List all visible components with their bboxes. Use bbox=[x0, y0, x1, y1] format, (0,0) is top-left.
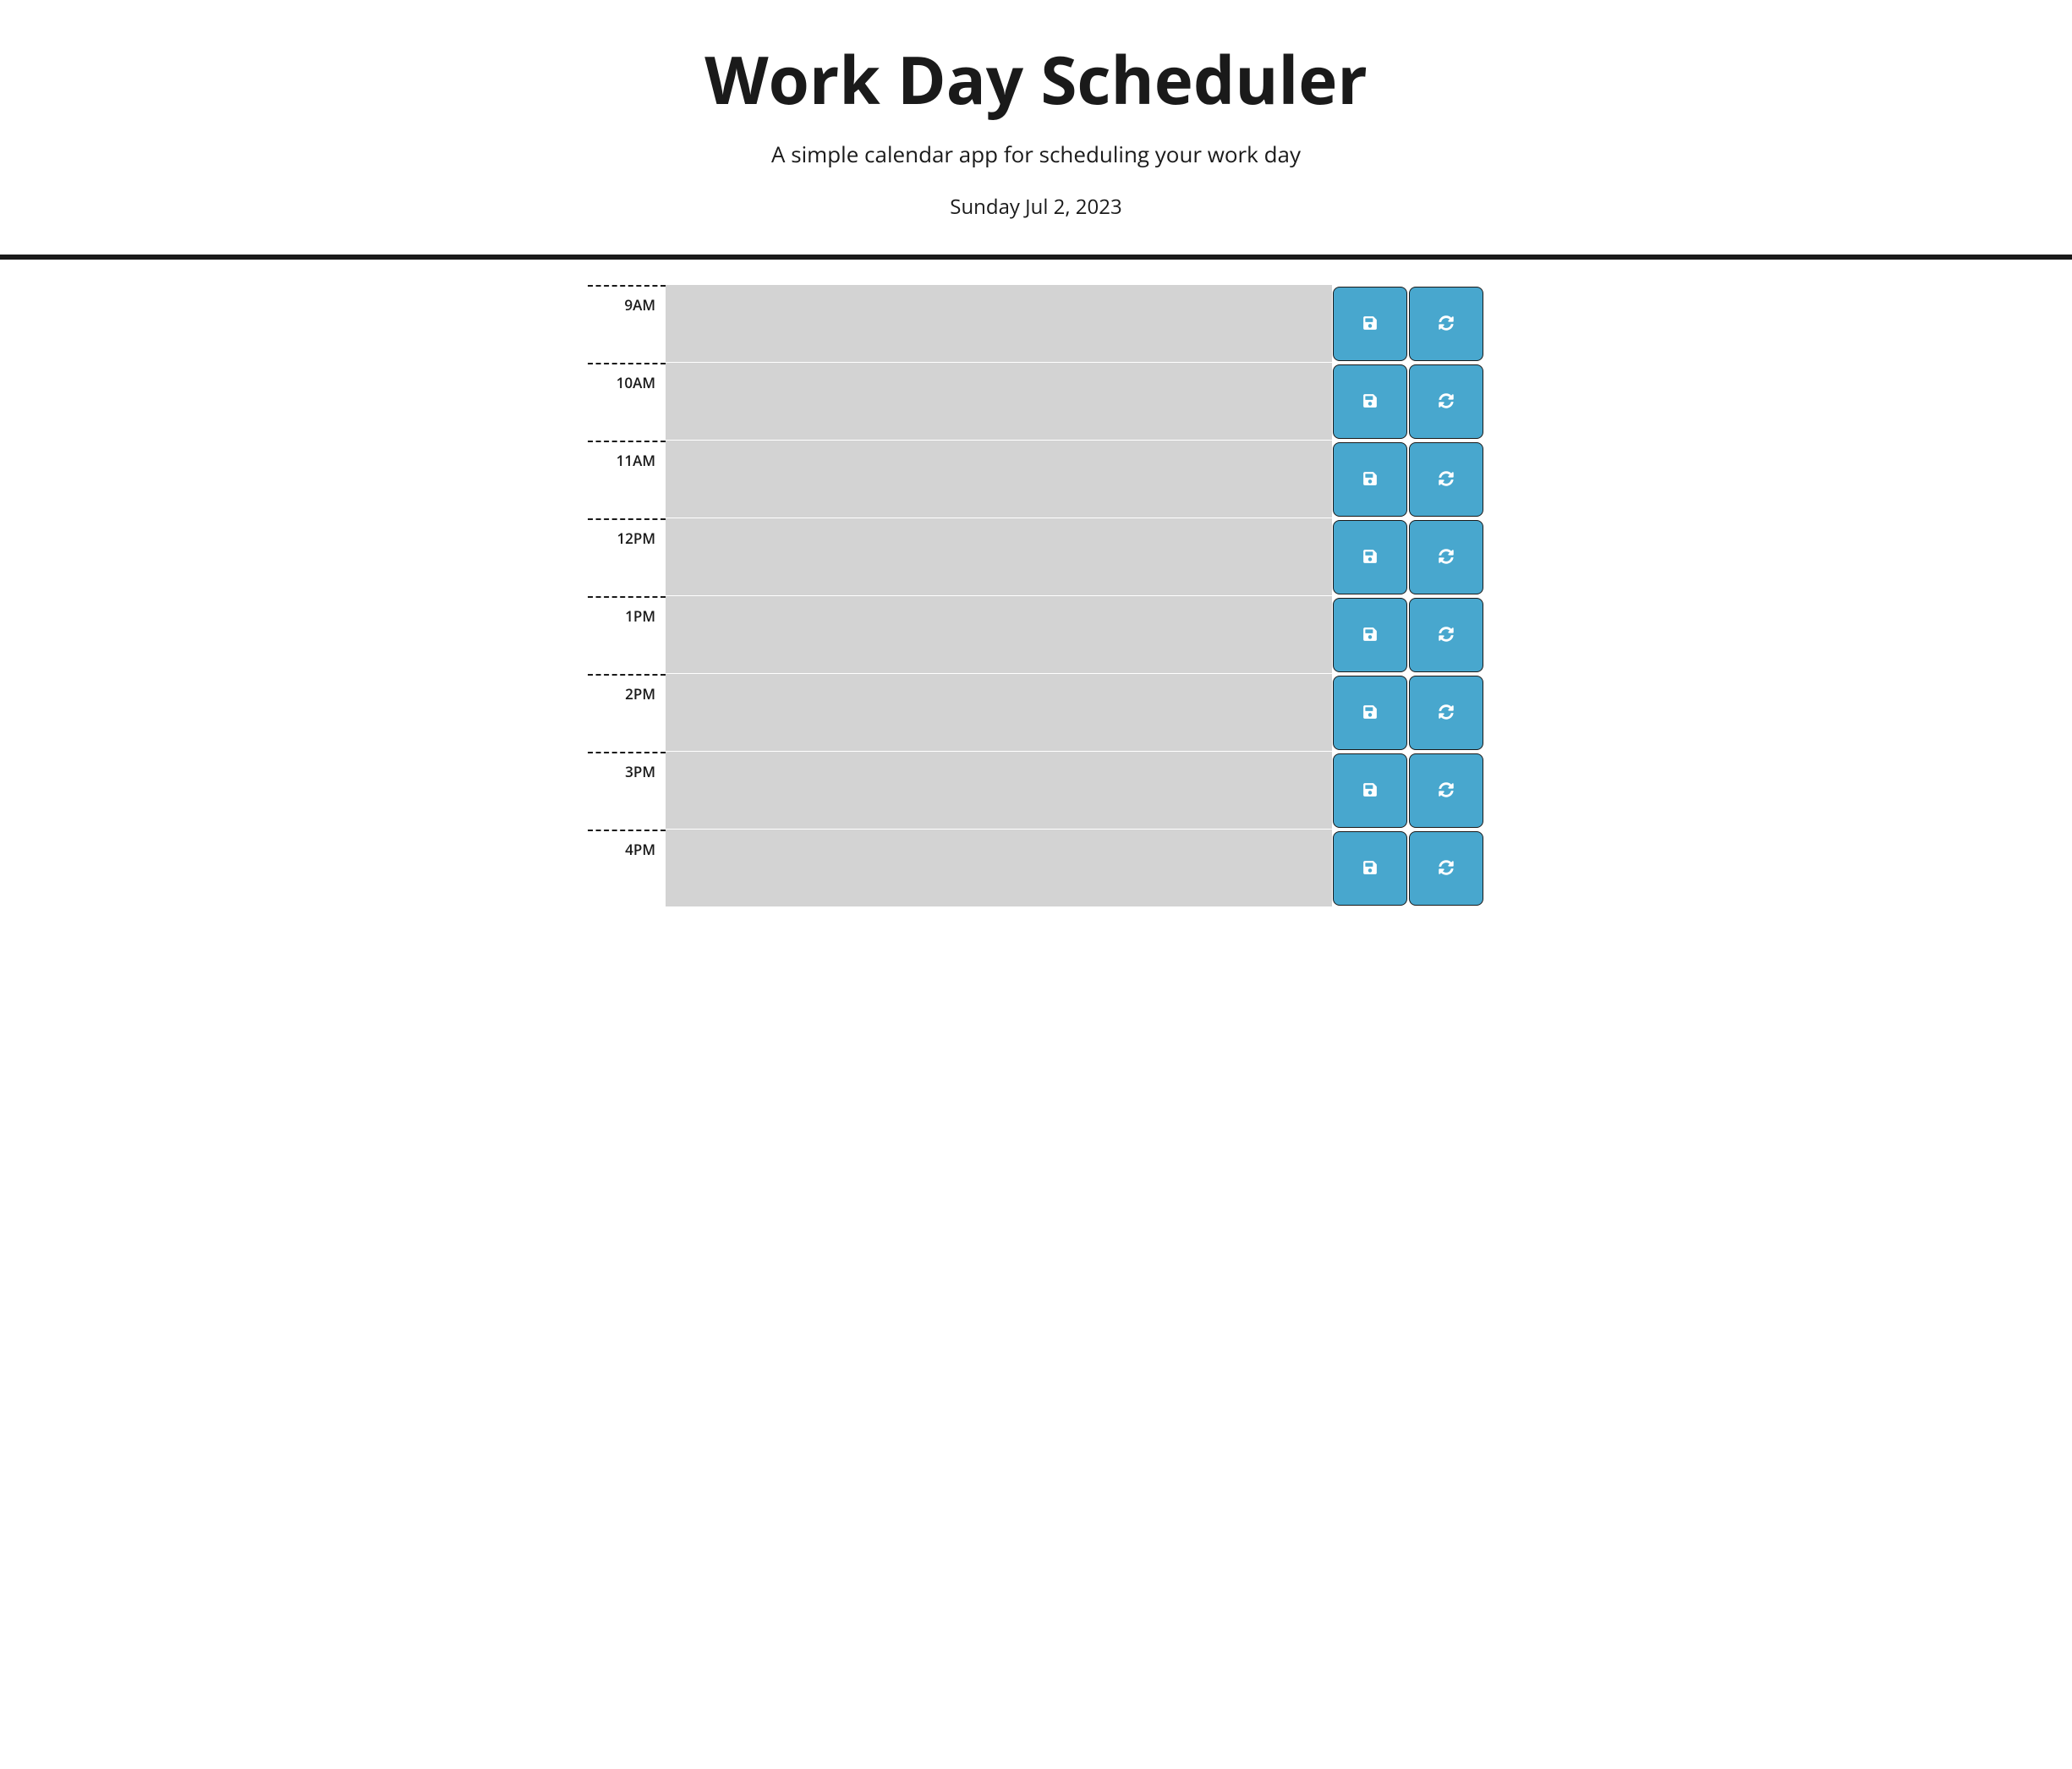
save-icon bbox=[1362, 704, 1378, 722]
hour-label: 4PM bbox=[588, 830, 666, 907]
save-icon bbox=[1362, 627, 1378, 644]
save-button[interactable] bbox=[1333, 520, 1407, 594]
refresh-icon bbox=[1439, 704, 1454, 722]
hour-label: 3PM bbox=[588, 752, 666, 830]
save-icon bbox=[1362, 782, 1378, 800]
time-block: 12PM bbox=[588, 518, 1484, 596]
time-block: 9AM bbox=[588, 285, 1484, 363]
refresh-button[interactable] bbox=[1409, 676, 1483, 750]
event-input[interactable] bbox=[666, 674, 1332, 752]
page-header: Work Day Scheduler A simple calendar app… bbox=[0, 0, 2072, 260]
time-block: 3PM bbox=[588, 752, 1484, 830]
event-input[interactable] bbox=[666, 285, 1332, 363]
time-block: 1PM bbox=[588, 596, 1484, 674]
refresh-button[interactable] bbox=[1409, 287, 1483, 361]
refresh-button[interactable] bbox=[1409, 831, 1483, 906]
hour-label: 1PM bbox=[588, 596, 666, 674]
event-input[interactable] bbox=[666, 363, 1332, 441]
refresh-button[interactable] bbox=[1409, 520, 1483, 594]
save-button[interactable] bbox=[1333, 442, 1407, 517]
hour-label: 2PM bbox=[588, 674, 666, 752]
save-button[interactable] bbox=[1333, 753, 1407, 828]
refresh-icon bbox=[1439, 627, 1454, 644]
save-icon bbox=[1362, 393, 1378, 411]
event-input[interactable] bbox=[666, 830, 1332, 907]
save-button[interactable] bbox=[1333, 287, 1407, 361]
refresh-icon bbox=[1439, 860, 1454, 878]
refresh-button[interactable] bbox=[1409, 598, 1483, 672]
page-title: Work Day Scheduler bbox=[17, 34, 2055, 123]
save-button[interactable] bbox=[1333, 364, 1407, 439]
save-icon bbox=[1362, 549, 1378, 567]
refresh-icon bbox=[1439, 471, 1454, 489]
event-input[interactable] bbox=[666, 518, 1332, 596]
event-input[interactable] bbox=[666, 752, 1332, 830]
time-block: 11AM bbox=[588, 441, 1484, 518]
hour-label: 12PM bbox=[588, 518, 666, 596]
save-icon bbox=[1362, 860, 1378, 878]
save-button[interactable] bbox=[1333, 831, 1407, 906]
save-icon bbox=[1362, 315, 1378, 333]
refresh-button[interactable] bbox=[1409, 364, 1483, 439]
event-input[interactable] bbox=[666, 596, 1332, 674]
save-icon bbox=[1362, 471, 1378, 489]
refresh-icon bbox=[1439, 782, 1454, 800]
refresh-icon bbox=[1439, 315, 1454, 333]
time-block: 10AM bbox=[588, 363, 1484, 441]
schedule-container: 9AM10AM11AM12PM1PM2PM3PM4PM bbox=[579, 285, 1493, 907]
refresh-icon bbox=[1439, 549, 1454, 567]
time-block: 2PM bbox=[588, 674, 1484, 752]
hour-label: 11AM bbox=[588, 441, 666, 518]
refresh-button[interactable] bbox=[1409, 753, 1483, 828]
page-subtitle: A simple calendar app for scheduling you… bbox=[17, 139, 2055, 169]
refresh-icon bbox=[1439, 393, 1454, 411]
current-date: Sunday Jul 2, 2023 bbox=[17, 193, 2055, 221]
hour-label: 9AM bbox=[588, 285, 666, 363]
hour-label: 10AM bbox=[588, 363, 666, 441]
save-button[interactable] bbox=[1333, 598, 1407, 672]
refresh-button[interactable] bbox=[1409, 442, 1483, 517]
time-block: 4PM bbox=[588, 830, 1484, 907]
save-button[interactable] bbox=[1333, 676, 1407, 750]
event-input[interactable] bbox=[666, 441, 1332, 518]
